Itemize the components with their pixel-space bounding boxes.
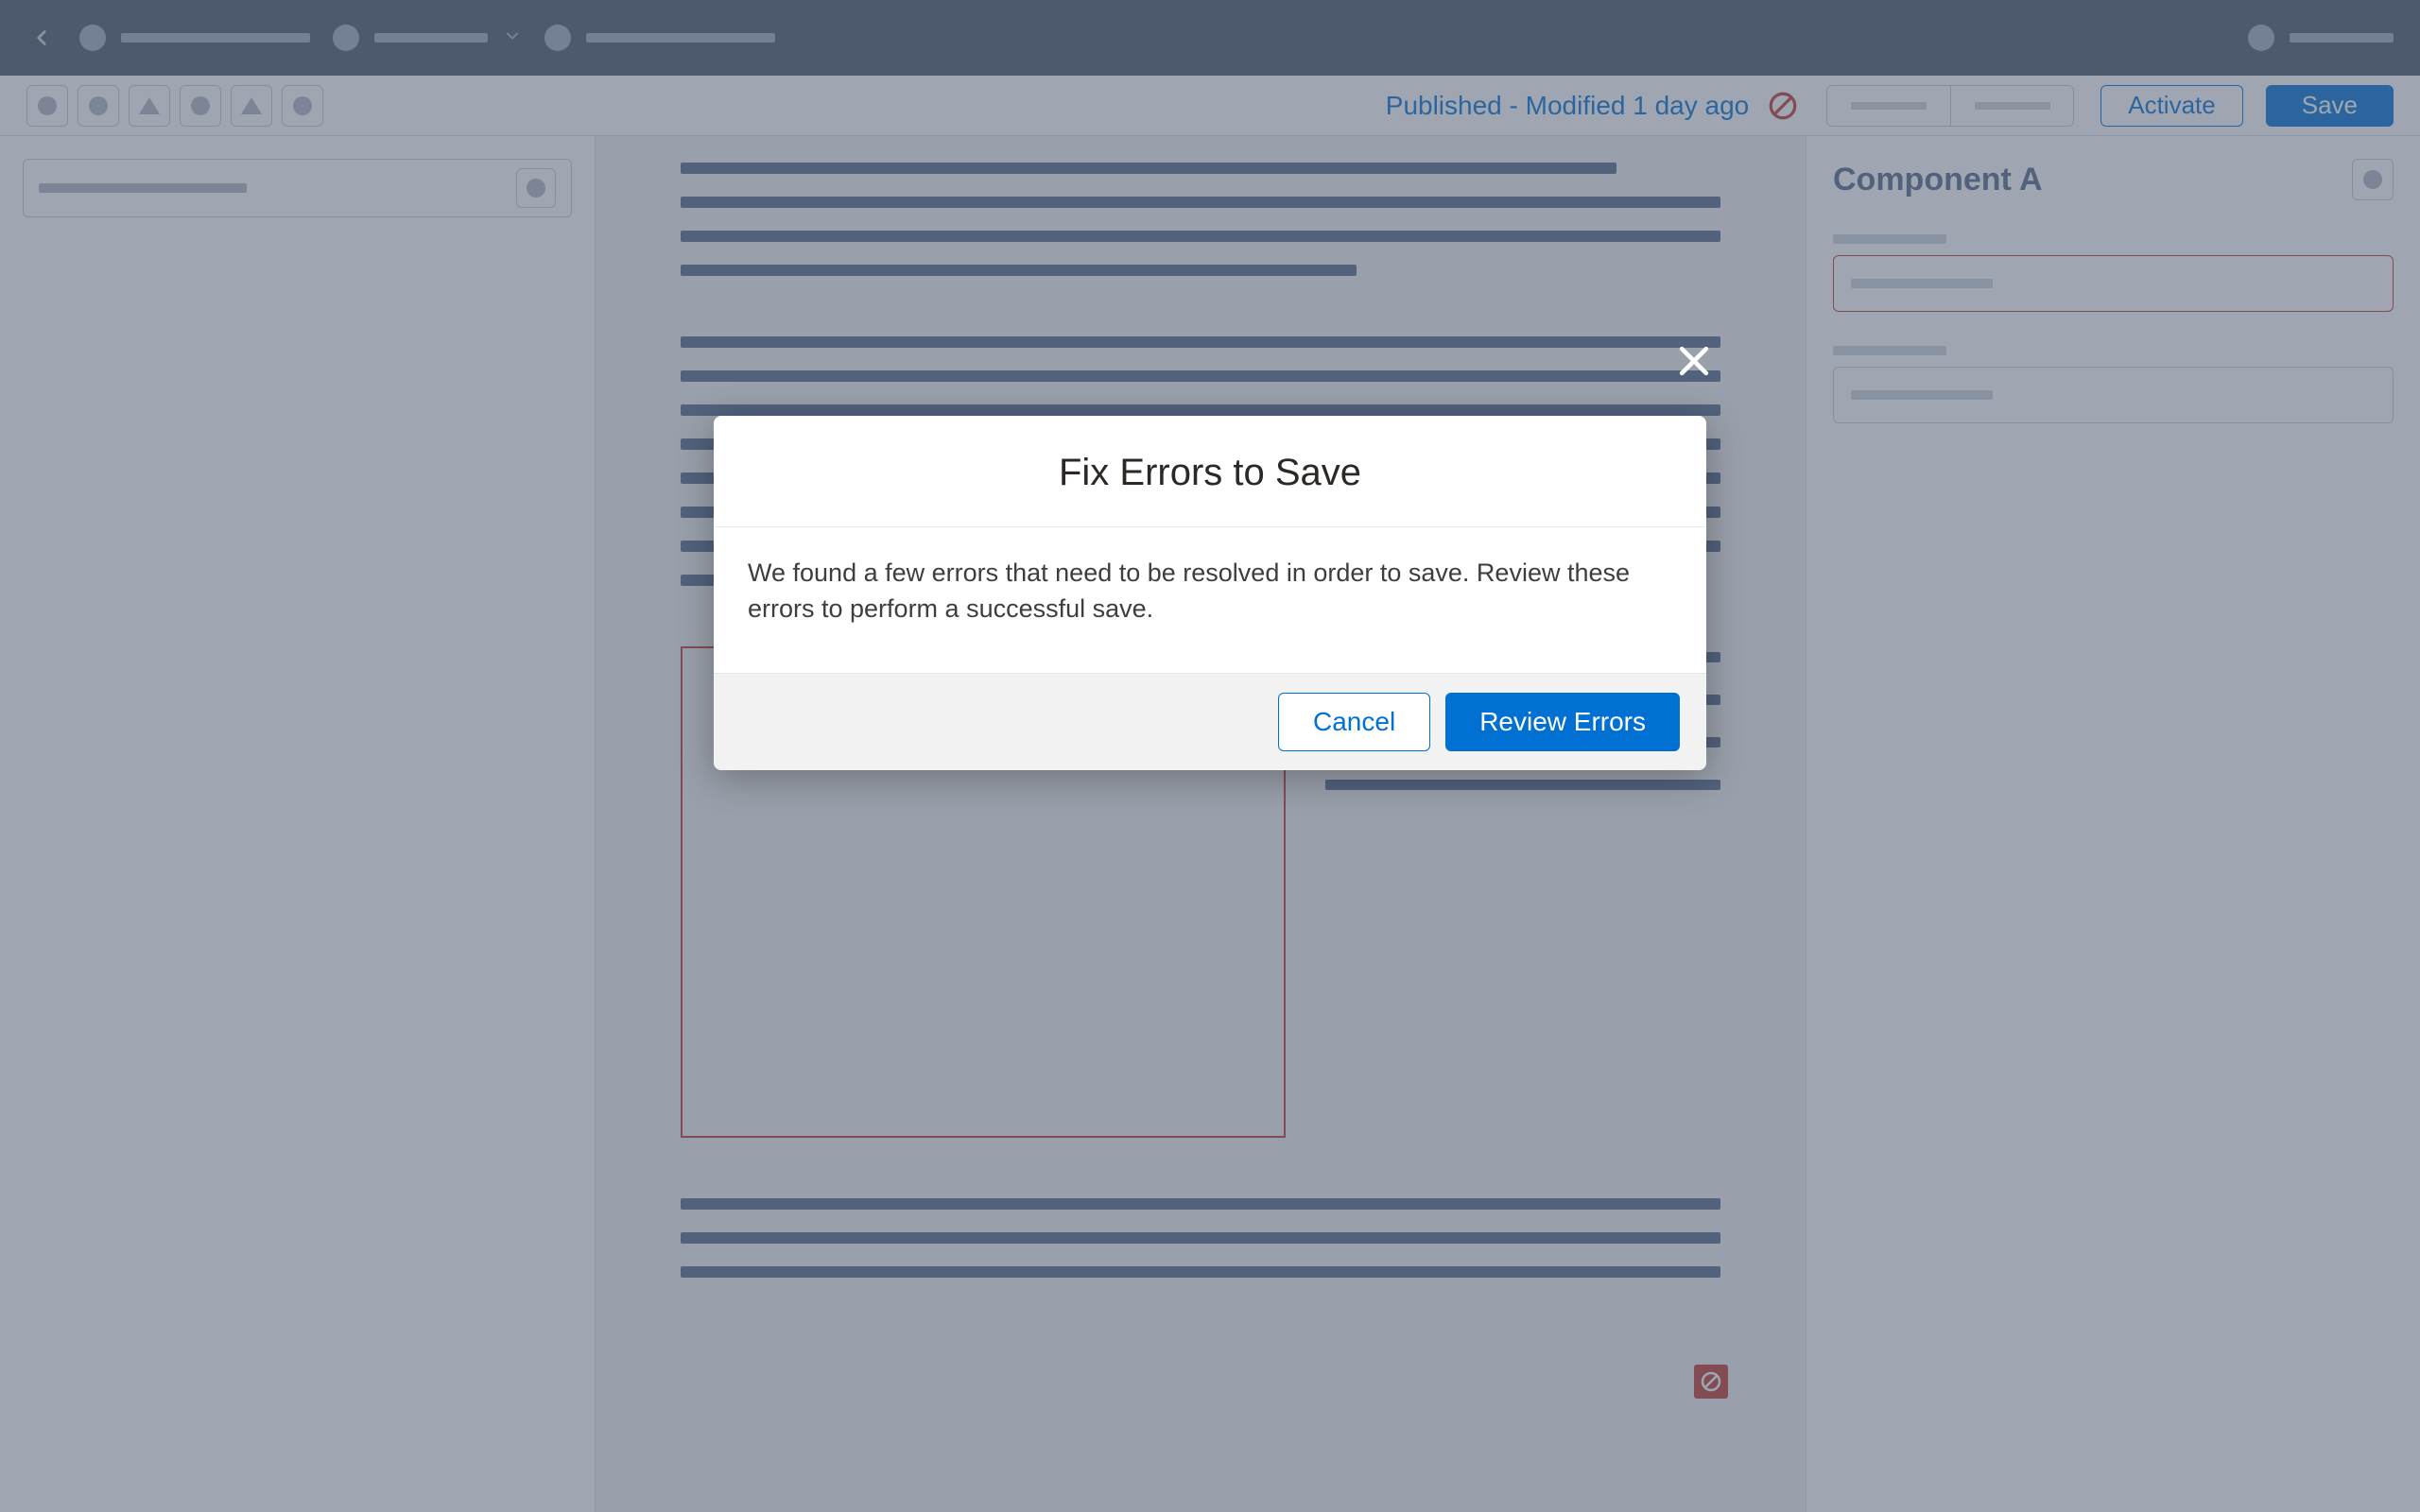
cancel-button[interactable]: Cancel: [1278, 693, 1430, 751]
modal-footer: Cancel Review Errors: [714, 673, 1706, 770]
review-errors-button[interactable]: Review Errors: [1445, 693, 1680, 751]
modal-header: Fix Errors to Save: [714, 416, 1706, 527]
modal-body: We found a few errors that need to be re…: [714, 527, 1706, 673]
modal-close-button[interactable]: [1673, 340, 1715, 387]
modal-title: Fix Errors to Save: [752, 452, 1668, 494]
error-modal: Fix Errors to Save We found a few errors…: [714, 416, 1706, 770]
